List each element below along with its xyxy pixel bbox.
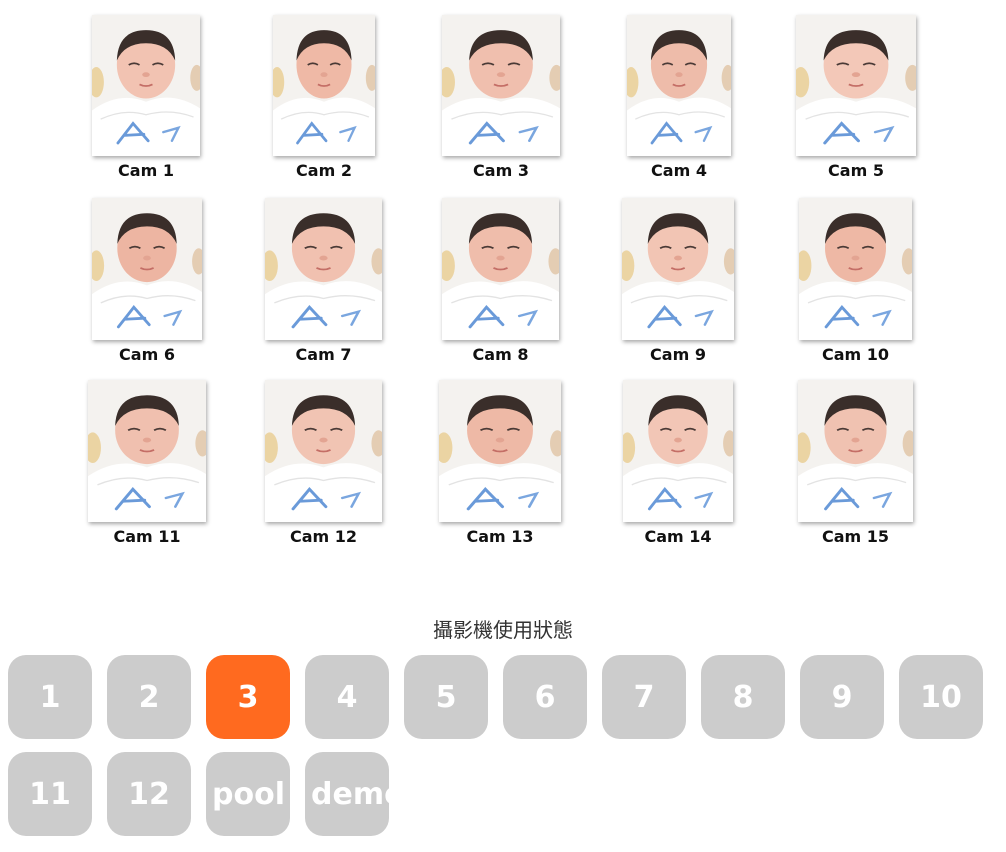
camera-2-photo[interactable] <box>273 15 375 156</box>
camera-8-photo[interactable] <box>442 198 559 340</box>
camera-button-11[interactable]: 11 <box>8 752 92 836</box>
camera-4-label: Cam 4 <box>651 161 707 180</box>
camera-4-photo[interactable] <box>627 15 731 156</box>
baby-photo-illustration <box>442 15 560 156</box>
baby-photo-illustration <box>798 380 913 522</box>
camera-button-7[interactable]: 7 <box>602 655 686 739</box>
camera-tile-13[interactable]: Cam 13 <box>439 380 561 546</box>
camera-3-photo[interactable] <box>442 15 560 156</box>
baby-photo-illustration <box>92 198 202 340</box>
camera-button-2[interactable]: 2 <box>107 655 191 739</box>
baby-photo-illustration <box>88 380 206 522</box>
camera-tile-11[interactable]: Cam 11 <box>88 380 206 546</box>
camera-1-photo[interactable] <box>92 15 200 156</box>
camera-13-label: Cam 13 <box>466 527 534 546</box>
camera-button-5[interactable]: 5 <box>404 655 488 739</box>
camera-tile-14[interactable]: Cam 14 <box>623 380 733 546</box>
camera-6-label: Cam 6 <box>119 345 175 364</box>
camera-3-label: Cam 3 <box>473 161 529 180</box>
camera-tile-15[interactable]: Cam 15 <box>798 380 913 546</box>
camera-button-3[interactable]: 3 <box>206 655 290 739</box>
baby-photo-illustration <box>799 198 912 340</box>
camera-15-photo[interactable] <box>798 380 913 522</box>
camera-tile-4[interactable]: Cam 4 <box>627 15 731 180</box>
camera-7-photo[interactable] <box>265 198 382 340</box>
camera-tile-6[interactable]: Cam 6 <box>92 198 202 364</box>
baby-photo-illustration <box>439 380 561 522</box>
camera-9-label: Cam 9 <box>650 345 706 364</box>
camera-tile-12[interactable]: Cam 12 <box>265 380 382 546</box>
camera-button-demo[interactable]: demo <box>305 752 389 836</box>
camera-10-label: Cam 10 <box>821 345 890 364</box>
camera-button-4[interactable]: 4 <box>305 655 389 739</box>
baby-photo-illustration <box>442 198 559 340</box>
camera-button-8[interactable]: 8 <box>701 655 785 739</box>
camera-11-label: Cam 11 <box>113 527 181 546</box>
baby-photo-illustration <box>273 15 375 156</box>
camera-tile-9[interactable]: Cam 9 <box>622 198 734 364</box>
camera-button-12[interactable]: 12 <box>107 752 191 836</box>
camera-1-label: Cam 1 <box>118 161 174 180</box>
camera-tile-3[interactable]: Cam 3 <box>442 15 560 180</box>
camera-tile-5[interactable]: Cam 5 <box>796 15 916 180</box>
camera-14-photo[interactable] <box>623 380 733 522</box>
camera-button-1[interactable]: 1 <box>8 655 92 739</box>
baby-photo-illustration <box>796 15 916 156</box>
camera-tile-2[interactable]: Cam 2 <box>273 15 375 180</box>
camera-15-label: Cam 15 <box>821 527 890 546</box>
camera-9-photo[interactable] <box>622 198 734 340</box>
camera-12-photo[interactable] <box>265 380 382 522</box>
camera-5-photo[interactable] <box>796 15 916 156</box>
baby-photo-illustration <box>265 380 382 522</box>
camera-10-photo[interactable] <box>799 198 912 340</box>
camera-7-label: Cam 7 <box>295 345 352 364</box>
camera-5-label: Cam 5 <box>828 161 884 180</box>
camera-tile-8[interactable]: Cam 8 <box>442 198 559 364</box>
baby-photo-illustration <box>627 15 731 156</box>
baby-photo-illustration <box>622 198 734 340</box>
baby-photo-illustration <box>265 198 382 340</box>
camera-button-6[interactable]: 6 <box>503 655 587 739</box>
camera-button-10[interactable]: 10 <box>899 655 983 739</box>
camera-tile-7[interactable]: Cam 7 <box>265 198 382 364</box>
camera-12-label: Cam 12 <box>289 527 358 546</box>
camera-13-photo[interactable] <box>439 380 561 522</box>
camera-11-photo[interactable] <box>88 380 206 522</box>
camera-14-label: Cam 14 <box>644 527 712 546</box>
baby-photo-illustration <box>92 15 200 156</box>
camera-6-photo[interactable] <box>92 198 202 340</box>
camera-8-label: Cam 8 <box>472 345 529 364</box>
camera-2-label: Cam 2 <box>296 161 352 180</box>
camera-button-9[interactable]: 9 <box>800 655 884 739</box>
camera-status-title: 攝影機使用狀態 <box>433 618 573 642</box>
camera-tile-1[interactable]: Cam 1 <box>92 15 200 180</box>
camera-grid: Cam 1 Cam 2 Cam 3 Cam 4 Cam 5 Cam 6 Cam … <box>0 0 1006 560</box>
camera-button-pool[interactable]: pool <box>206 752 290 836</box>
baby-photo-illustration <box>623 380 733 522</box>
camera-tile-10[interactable]: Cam 10 <box>799 198 912 364</box>
